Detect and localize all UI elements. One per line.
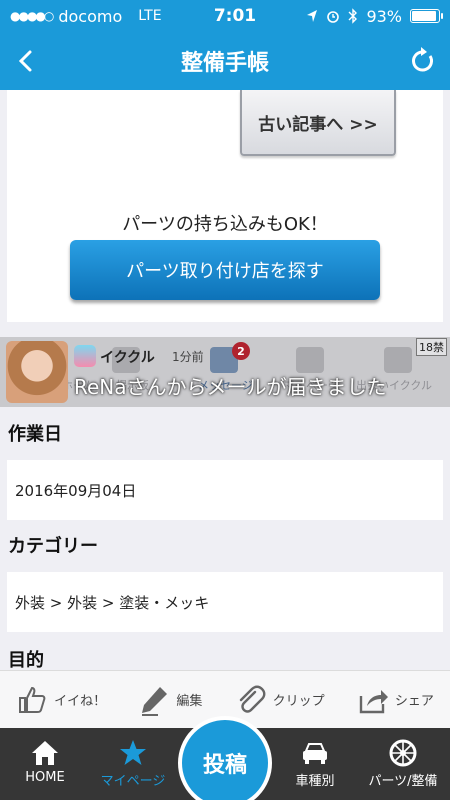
post-button[interactable]: 投稿 — [178, 716, 272, 800]
bluetooth-icon — [348, 8, 358, 24]
home-icon — [32, 741, 58, 765]
bring-parts-text: パーツの持ち込みもOK！ — [122, 214, 328, 235]
sender-avatar — [6, 341, 68, 403]
network-label: LTE — [138, 8, 162, 24]
battery-icon — [410, 9, 443, 23]
pen-icon — [142, 686, 168, 716]
tab-home[interactable]: HOME — [0, 734, 90, 794]
alarm-icon — [327, 11, 340, 23]
older-articles-button[interactable]: 古い記事へ >> — [240, 90, 396, 156]
main-content: 古い記事へ >> パーツの持ち込みもOK！ パーツ取り付け店を探す ホーム 掲示… — [0, 90, 450, 670]
tab-parts-label: パーツ/整備 — [368, 774, 438, 789]
refresh-icon[interactable] — [408, 46, 438, 76]
notification-ad-banner[interactable]: ホーム 掲示板 メッセージ マイページ 出会いイククル イククル 1分前 2 1… — [0, 337, 450, 407]
edit-label: 編集 — [176, 694, 203, 709]
chevron-left-icon[interactable] — [12, 46, 42, 76]
tab-mypage-label: マイページ — [100, 774, 166, 789]
battery-percent: 93% — [366, 6, 402, 26]
tab-by-model[interactable]: 車種別 — [270, 734, 360, 794]
carrier-label: docomo — [58, 6, 123, 26]
work-date-value: 2016年09月04日 — [7, 460, 443, 520]
category-heading: カテゴリー — [8, 536, 98, 557]
app-icon — [74, 345, 96, 367]
app-name: イククル — [100, 350, 155, 366]
tab-home-label: HOME — [25, 770, 65, 785]
edit-button[interactable]: 編集 — [138, 684, 202, 716]
paperclip-icon — [239, 685, 266, 713]
find-shop-button[interactable]: パーツ取り付け店を探す — [70, 240, 380, 300]
category-value: 外装 > 外装 > 塗装・メッキ — [7, 572, 443, 632]
share-label: シェア — [394, 694, 434, 709]
pagination-card: 古い記事へ >> パーツの持ち込みもOK！ パーツ取り付け店を探す — [7, 90, 443, 322]
age-rating-label: 18禁 — [416, 338, 447, 356]
tab-mypage[interactable]: マイページ — [88, 734, 178, 794]
car-icon — [303, 743, 327, 764]
tab-by-model-label: 車種別 — [295, 774, 335, 789]
purpose-heading: 目的 — [8, 650, 44, 670]
share-button[interactable]: シェア — [357, 684, 434, 716]
tab-bar: HOME マイページ 投稿 車種別 パーツ/整備 — [0, 716, 450, 800]
status-bar: ●●●●○ docomo LTE 7:01 93% — [0, 0, 450, 32]
nav-bar: 整備手帳 — [0, 32, 450, 90]
bg-heart-icon — [384, 347, 412, 373]
like-button[interactable]: イイね！ — [16, 684, 106, 716]
signal-icon: ●●●●○ — [10, 9, 54, 23]
thumbs-up-icon — [19, 686, 46, 713]
notification-message: ReNaさんからメールが届きました — [74, 375, 387, 399]
bg-user-icon — [296, 347, 324, 373]
time-ago: 1分前 — [172, 350, 204, 364]
share-icon — [359, 689, 388, 713]
clock: 7:01 — [213, 6, 257, 26]
wheel-icon — [389, 739, 417, 767]
unread-badge: 2 — [232, 342, 250, 360]
like-label: イイね！ — [54, 694, 107, 709]
page-title: 整備手帳 — [180, 51, 269, 76]
clip-button[interactable]: クリップ — [235, 684, 325, 716]
work-date-heading: 作業日 — [8, 424, 62, 445]
clip-label: クリップ — [272, 694, 325, 709]
star-icon — [120, 740, 146, 765]
location-icon — [307, 10, 318, 22]
tab-parts[interactable]: パーツ/整備 — [356, 734, 450, 794]
